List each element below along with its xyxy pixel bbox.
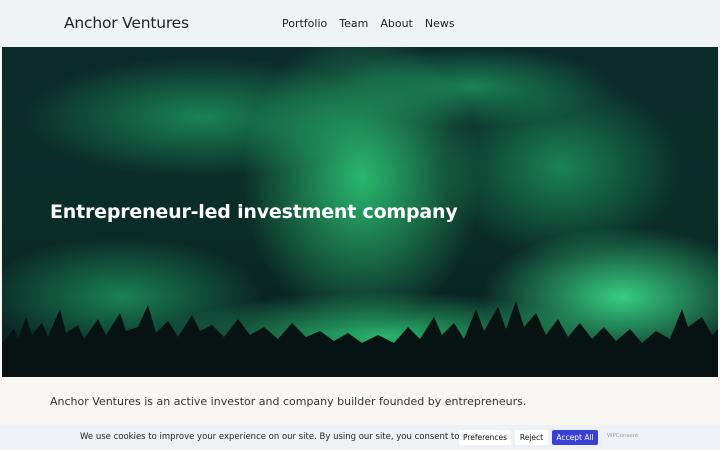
hero-banner: Entrepreneur-led investment company: [2, 47, 718, 377]
cookie-banner: We use cookies to improve your experienc…: [0, 425, 720, 450]
nav-item-team[interactable]: Team: [339, 17, 368, 30]
nav-item-about[interactable]: About: [380, 17, 413, 30]
cookie-reject-button[interactable]: Reject: [515, 430, 548, 445]
cookie-accept-all-button[interactable]: Accept All: [552, 430, 598, 445]
wpconsent-logo[interactable]: WPConsent: [607, 433, 638, 439]
cookie-message: We use cookies to improve your experienc…: [80, 432, 497, 442]
main-nav: Portfolio Team About News: [282, 17, 455, 30]
intro-section: Anchor Ventures is an active investor an…: [0, 377, 720, 425]
site-logo[interactable]: Anchor Ventures: [64, 14, 189, 32]
nav-item-portfolio[interactable]: Portfolio: [282, 17, 327, 30]
hero-title: Entrepreneur-led investment company: [50, 201, 458, 223]
nav-item-news[interactable]: News: [425, 17, 455, 30]
site-header: Anchor Ventures Portfolio Team About New…: [0, 0, 720, 47]
intro-text: Anchor Ventures is an active investor an…: [50, 395, 527, 408]
cookie-preferences-button[interactable]: Preferences: [459, 430, 511, 445]
